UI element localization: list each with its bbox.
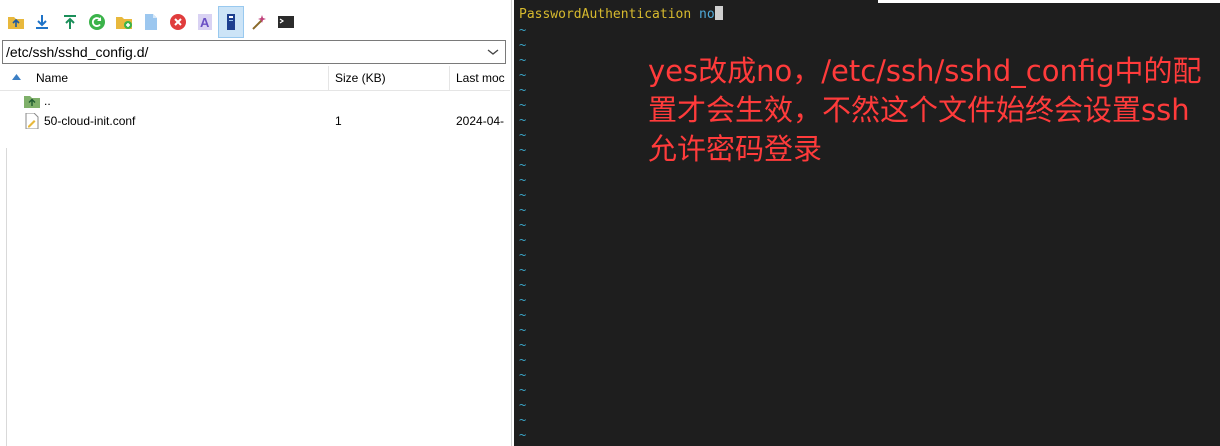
tilde-marker: ~ [519, 233, 527, 247]
tools-button[interactable] [246, 6, 272, 38]
tilde-marker: ~ [519, 38, 527, 52]
tilde-marker: ~ [519, 398, 527, 412]
new-file-icon [145, 14, 157, 30]
download-button[interactable] [29, 6, 55, 38]
tilde-marker: ~ [519, 173, 527, 187]
tools-icon [252, 15, 266, 30]
refresh-icon [89, 14, 105, 30]
tilde-marker: ~ [519, 263, 527, 277]
tilde-marker: ~ [519, 248, 527, 262]
new-folder-icon [116, 17, 132, 29]
tilde-marker: ~ [519, 83, 527, 97]
tilde-marker: ~ [519, 218, 527, 232]
new-file-button[interactable] [138, 6, 164, 38]
delete-button[interactable] [165, 6, 191, 38]
tilde-marker: ~ [519, 338, 527, 352]
tilde-marker: ~ [519, 428, 527, 442]
path-combobox[interactable]: /etc/ssh/sshd_config.d/ [2, 40, 506, 64]
file-browser-panel: A /etc/ssh/sshd_config.d/ Name Size (KB)… [0, 0, 512, 446]
file-name: 50-cloud-init.conf [44, 114, 136, 128]
tilde-marker: ~ [519, 383, 527, 397]
upload-button[interactable] [57, 6, 83, 38]
tilde-marker: ~ [519, 308, 527, 322]
config-value: no [699, 7, 715, 22]
editor-line-1: PasswordAuthentication no [519, 6, 723, 22]
column-divider[interactable] [449, 66, 450, 90]
tilde-marker: ~ [519, 413, 527, 427]
file-name: .. [44, 94, 51, 108]
annotation-note: yes改成no，/etc/ssh/sshd_config中的配置才会生效，不然这… [648, 54, 1202, 166]
parent-folder-icon [8, 17, 24, 29]
file-list-header: Name Size (KB) Last moc [0, 66, 510, 91]
panel-divider [0, 148, 7, 446]
upload-icon [64, 15, 76, 29]
path-input[interactable]: /etc/ssh/sshd_config.d/ [6, 44, 148, 60]
properties-button[interactable] [218, 6, 244, 38]
terminal-icon [278, 16, 294, 28]
toolbar: A [0, 6, 512, 38]
properties-icon [227, 14, 235, 30]
tilde-marker: ~ [519, 323, 527, 337]
tilde-marker: ~ [519, 368, 527, 382]
tilde-marker: ~ [519, 53, 527, 67]
tilde-marker: ~ [519, 113, 527, 127]
tilde-marker: ~ [519, 158, 527, 172]
list-item-file[interactable]: 50-cloud-init.conf 1 2024-04- [0, 111, 510, 131]
chevron-down-icon[interactable] [487, 47, 499, 57]
text-cursor [714, 6, 723, 20]
sort-ascending-icon [12, 74, 21, 80]
tilde-marker: ~ [519, 143, 527, 157]
rename-button[interactable]: A [192, 6, 218, 38]
new-folder-button[interactable] [111, 6, 137, 38]
file-modified: 2024-04- [456, 114, 505, 128]
list-item-parent[interactable]: .. [0, 91, 510, 111]
tilde-marker: ~ [519, 98, 527, 112]
refresh-button[interactable] [84, 6, 110, 38]
column-header-name[interactable]: Name [36, 66, 326, 90]
terminal-top-strip [878, 0, 1220, 3]
tilde-marker: ~ [519, 68, 527, 82]
tilde-marker: ~ [519, 128, 527, 142]
column-header-modified[interactable]: Last moc [456, 66, 508, 90]
file-size: 1 [335, 114, 342, 128]
tilde-marker: ~ [519, 188, 527, 202]
column-divider[interactable] [328, 66, 329, 90]
delete-icon [170, 14, 186, 30]
terminal-button[interactable] [273, 6, 299, 38]
rename-icon: A [198, 14, 212, 30]
tilde-marker: ~ [519, 203, 527, 217]
parent-folder-icon [24, 96, 40, 108]
tilde-marker: ~ [519, 353, 527, 367]
tilde-marker: ~ [519, 278, 527, 292]
tilde-marker: ~ [519, 293, 527, 307]
parent-folder-button[interactable] [3, 6, 29, 38]
column-header-size[interactable]: Size (KB) [335, 66, 445, 90]
file-icon [25, 113, 39, 129]
tilde-marker: ~ [519, 23, 527, 37]
config-keyword: PasswordAuthentication [519, 7, 692, 22]
svg-text:A: A [200, 15, 210, 30]
download-icon [36, 15, 48, 29]
